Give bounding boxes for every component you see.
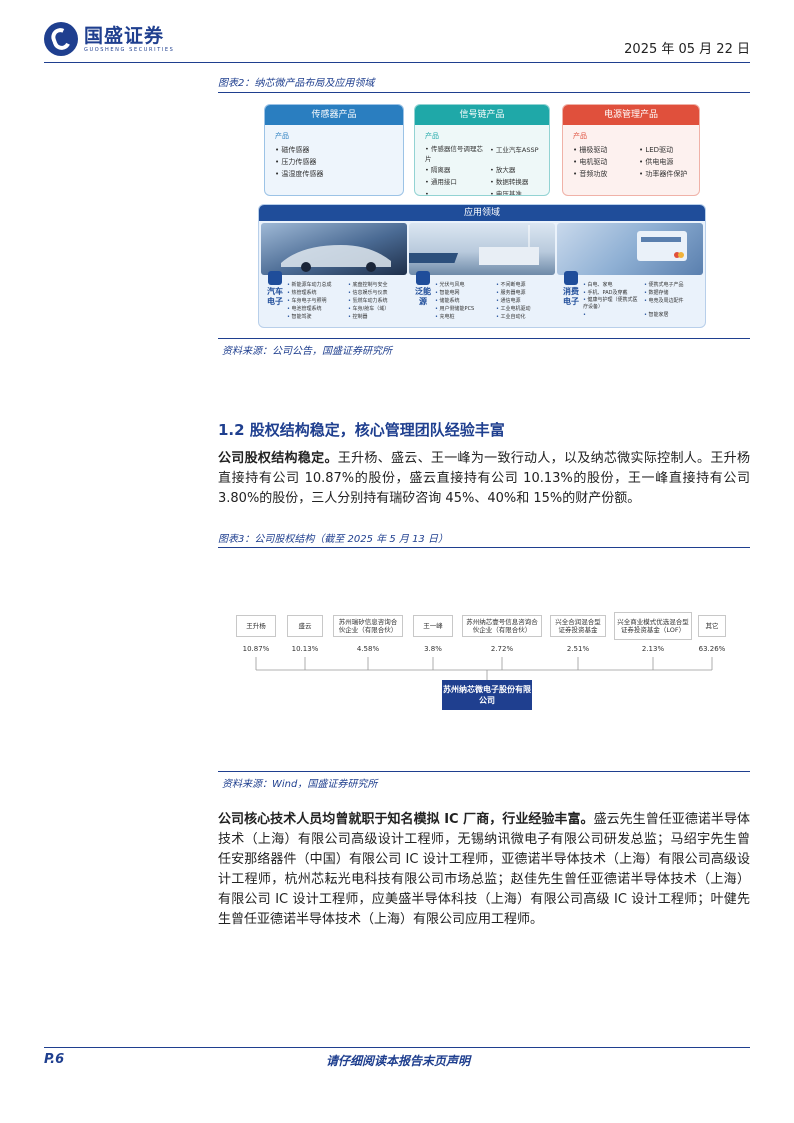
shareholder-box: 兴全商业模式优选混合型证券投资基金（LOF） xyxy=(614,612,692,640)
paragraph-core-team-lead: 公司核心技术人员均曾就职于知名模拟 IC 厂商，行业经验丰富。 xyxy=(218,812,594,827)
shareholder-box: 兴全合润混合型证券投资基金 xyxy=(550,615,606,637)
page-number: P.6 xyxy=(44,1052,65,1067)
shareholder-box: 盛云 xyxy=(287,615,323,637)
shareholder-box: 王升杨 xyxy=(236,615,276,637)
footer-disclaimer: 请仔细阅读本报告末页声明 xyxy=(326,1054,471,1068)
shareholder-box: 其它 xyxy=(698,615,726,637)
ownership-connector-lines xyxy=(255,657,713,680)
shareholding-pct: 3.8% xyxy=(424,645,442,653)
figure3-source: 资料来源：Wind，国盛证券研究所 xyxy=(222,779,378,790)
footer-divider xyxy=(44,1047,750,1048)
paragraph-core-team-body: 盛云先生曾任亚德诺半导体技术（上海）有限公司高级设计工程师，无锡纳讯微电子有限公… xyxy=(218,812,750,927)
shareholder-box: 苏州瑞矽信息咨询合伙企业（有限合伙） xyxy=(333,615,403,637)
shareholder-box: 王一峰 xyxy=(413,615,453,637)
shareholding-pct: 2.13% xyxy=(641,645,665,653)
shareholding-pct: 4.58% xyxy=(356,645,380,653)
figure3-bottom-divider xyxy=(218,771,750,772)
shareholding-pct: 63.26% xyxy=(698,645,726,653)
shareholding-pct: 10.13% xyxy=(291,645,319,653)
shareholding-pct: 2.72% xyxy=(490,645,514,653)
company-box: 苏州纳芯微电子股份有限公司 xyxy=(442,680,532,710)
shareholder-box: 苏州纳芯壹号信息咨询合伙企业（有限合伙） xyxy=(462,615,542,637)
shareholding-pct: 2.51% xyxy=(566,645,590,653)
shareholding-pct: 10.87% xyxy=(242,645,270,653)
paragraph-core-team: 公司核心技术人员均曾就职于知名模拟 IC 厂商，行业经验丰富。盛云先生曾任亚德诺… xyxy=(218,810,750,930)
